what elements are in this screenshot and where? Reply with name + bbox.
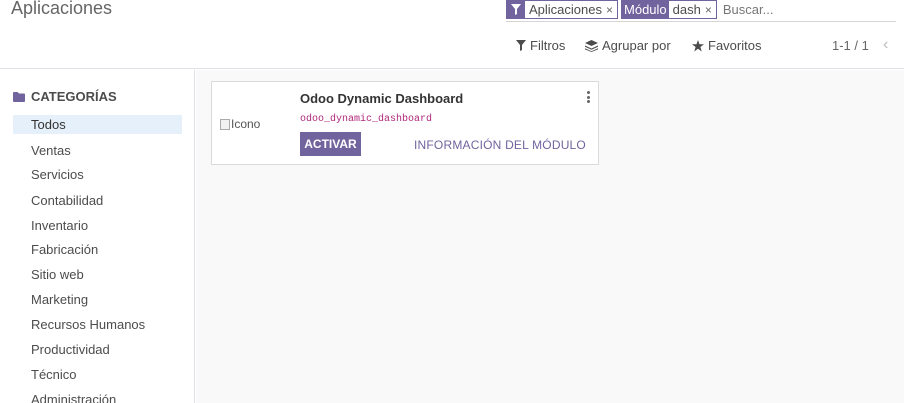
chevron-left-icon[interactable]: ‹	[883, 36, 888, 54]
sidebar-item-contabilidad[interactable]: Contabilidad	[13, 191, 182, 210]
sidebar-item-servicios[interactable]: Servicios	[13, 165, 182, 184]
activate-button[interactable]: ACTIVAR	[300, 132, 361, 156]
kanban-view: Icono Odoo Dynamic Dashboard odoo_dynami…	[196, 70, 904, 403]
kebab-menu-icon[interactable]	[583, 90, 593, 104]
module-icon-alt: Icono	[231, 117, 261, 131]
facet-aplicaciones: Aplicaciones ×	[506, 0, 619, 19]
group-by-button[interactable]: Agrupar por	[585, 38, 671, 53]
sidebar-item-inventario[interactable]: Inventario	[13, 216, 182, 235]
facet-value: dash	[668, 1, 705, 18]
favorites-label: Favoritos	[708, 38, 762, 53]
sidebar-item-marketing[interactable]: Marketing	[13, 290, 182, 309]
folder-icon	[13, 91, 25, 102]
filters-button[interactable]: Filtros	[516, 38, 565, 53]
module-name: Odoo Dynamic Dashboard	[300, 91, 464, 106]
favorites-button[interactable]: Favoritos	[692, 38, 761, 53]
sidebar-item-ventas[interactable]: Ventas	[13, 141, 182, 160]
sidebar-item-sitio-web[interactable]: Sitio web	[13, 265, 182, 284]
facet-label: Módulo	[622, 1, 669, 18]
sidebar-item-productividad[interactable]: Productividad	[13, 340, 182, 359]
pager-value[interactable]: 1-1 / 1	[832, 38, 869, 53]
sidebar-item-todos[interactable]: Todos	[13, 115, 182, 134]
filter-icon	[516, 40, 526, 51]
star-icon	[692, 39, 704, 51]
sidebar-header: CATEGORÍAS	[13, 89, 117, 104]
layers-icon	[585, 39, 598, 52]
sidebar-item-tecnico[interactable]: Técnico	[13, 365, 182, 384]
broken-image-icon	[220, 118, 230, 130]
filters-label: Filtros	[530, 38, 566, 53]
facet-modulo: Módulo dash ×	[621, 0, 717, 19]
facet-close-icon[interactable]: ×	[606, 1, 618, 18]
search-box[interactable]: Aplicaciones × Módulo dash ×	[506, 0, 899, 22]
sidebar-item-administracion[interactable]: Administración	[13, 390, 182, 403]
facet-close-icon[interactable]: ×	[704, 1, 716, 18]
module-info-button[interactable]: INFORMACIÓN DEL MÓDULO	[414, 138, 586, 152]
filter-icon	[507, 1, 525, 18]
module-technical-name: odoo_dynamic_dashboard	[300, 114, 433, 125]
sidebar-item-fabricacion[interactable]: Fabricación	[13, 240, 182, 259]
page-title: Aplicaciones	[11, 0, 113, 18]
group-by-label: Agrupar por	[602, 38, 671, 53]
module-icon: Icono	[220, 117, 260, 131]
sidebar-header-label: CATEGORÍAS	[31, 89, 117, 104]
search-input[interactable]	[719, 0, 899, 19]
sidebar: CATEGORÍAS Todos Ventas Servicios Contab…	[0, 70, 195, 403]
sidebar-item-recursos-humanos[interactable]: Recursos Humanos	[13, 315, 182, 334]
module-card[interactable]: Icono Odoo Dynamic Dashboard odoo_dynami…	[211, 81, 599, 165]
control-panel: Aplicaciones Aplicaciones × Módulo dash …	[0, 0, 904, 69]
facet-value: Aplicaciones	[525, 1, 606, 18]
